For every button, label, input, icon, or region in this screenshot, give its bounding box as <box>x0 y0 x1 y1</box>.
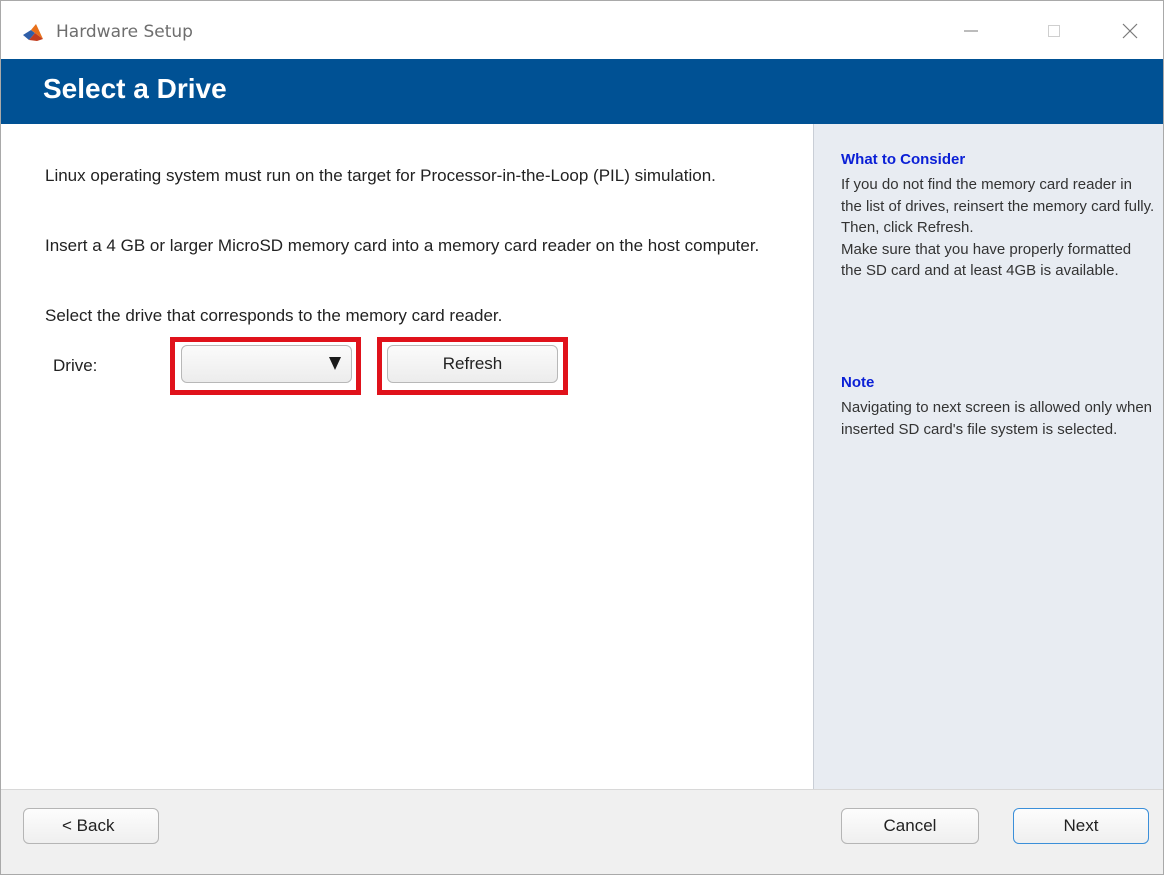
dropdown-arrow-icon <box>329 357 341 370</box>
drive-label: Drive: <box>53 356 98 375</box>
hardware-setup-window: Hardware Setup Select a Drive Linux oper… <box>0 0 1164 875</box>
refresh-button[interactable]: Refresh <box>387 345 558 383</box>
instruction-insert-card: Insert a 4 GB or larger MicroSD memory c… <box>45 236 760 255</box>
back-button[interactable]: < Back <box>23 808 159 844</box>
help-heading-what-to-consider: What to Consider <box>841 151 966 168</box>
close-button[interactable] <box>1108 15 1152 47</box>
help-panel: What to Consider If you do not find the … <box>813 124 1163 789</box>
minimize-icon <box>964 30 978 32</box>
next-button[interactable]: Next <box>1013 808 1149 844</box>
close-icon <box>1122 23 1138 39</box>
help-text-note: Navigating to next screen is allowed onl… <box>841 399 1153 438</box>
footer: < Back Cancel Next <box>1 789 1163 874</box>
maximize-button[interactable] <box>1032 15 1076 47</box>
window-title: Hardware Setup <box>56 22 193 42</box>
help-heading-note: Note <box>841 374 875 391</box>
main-panel: Linux operating system must run on the t… <box>1 124 813 789</box>
minimize-button[interactable] <box>949 15 993 47</box>
matlab-logo-icon <box>22 21 44 43</box>
title-bar: Hardware Setup <box>1 1 1163 59</box>
drive-dropdown[interactable] <box>181 345 352 383</box>
instruction-linux: Linux operating system must run on the t… <box>45 166 716 185</box>
page-title: Select a Drive <box>43 73 227 104</box>
cancel-button[interactable]: Cancel <box>841 808 979 844</box>
instruction-select-drive: Select the drive that corresponds to the… <box>45 306 503 325</box>
help-text-what-to-consider: If you do not find the memory card reade… <box>841 176 1155 279</box>
header-banner: Select a Drive <box>1 59 1163 124</box>
maximize-icon <box>1048 25 1060 37</box>
